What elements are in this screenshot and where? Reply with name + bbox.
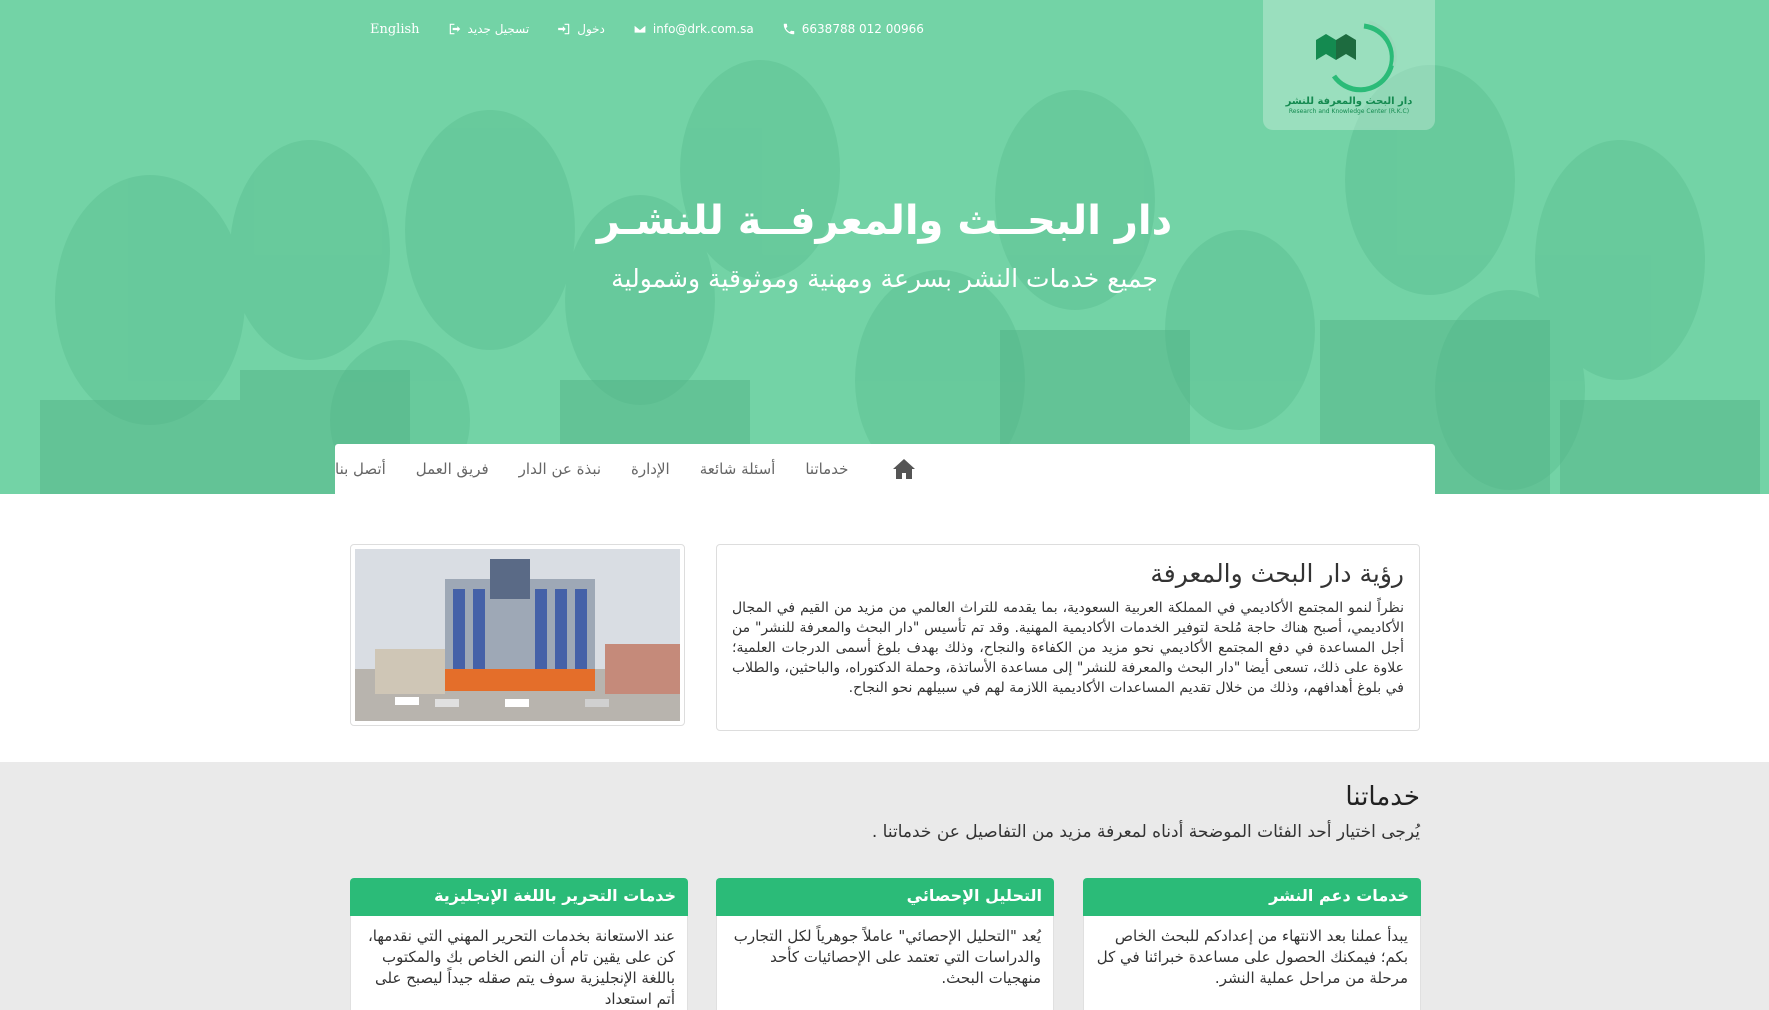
logo-subtitle: Research and Knowledge Center (R.K.C): [1288, 107, 1410, 115]
vision-card: رؤية دار البحث والمعرفة نظراً لنمو المجت…: [716, 544, 1420, 731]
login-label: دخول: [577, 22, 605, 36]
top-utility-bar: 6638788 012 00966 info@drk.com.sa دخول ت…: [370, 18, 924, 40]
phone-link[interactable]: 6638788 012 00966: [782, 22, 924, 36]
nav-item-about[interactable]: نبذة عن الدار: [519, 460, 601, 478]
logo-name: دار البحث والمعرفة للنشر: [1285, 95, 1413, 107]
nav-home-button[interactable]: [890, 458, 916, 480]
building-photo: [350, 544, 685, 726]
nav-item-team[interactable]: فريق العمل: [416, 460, 489, 478]
service-card-publishing[interactable]: خدمات دعم النشر يبدأ عملنا بعد الانتهاء …: [1083, 878, 1421, 1010]
nav-item-faq[interactable]: أسئلة شائعة: [700, 460, 776, 478]
envelope-icon: [633, 24, 647, 34]
nav-item-contact[interactable]: أتصل بنا: [335, 460, 386, 478]
nav-item-services[interactable]: خدماتنا: [805, 460, 848, 478]
phone-number: 6638788 012 00966: [801, 22, 924, 36]
service-card-text: يُعد "التحليل الإحصائي" عاملاً جوهرياً ل…: [716, 916, 1054, 1010]
language-switch[interactable]: English: [370, 22, 420, 37]
logo-emblem-icon: [1316, 20, 1397, 92]
service-card-title[interactable]: خدمات التحرير باللغة الإنجليزية: [350, 878, 688, 916]
sign-out-icon: [449, 23, 460, 35]
phone-icon: [783, 23, 795, 35]
service-card-text: عند الاستعانة بخدمات التحرير المهني التي…: [350, 916, 688, 1010]
services-description: يُرجى اختيار أحد الفئات الموضحة أدناه لم…: [871, 822, 1420, 842]
nav-links: خدماتنا أسئلة شائعة الإدارة نبذة عن الدا…: [335, 460, 848, 478]
hero-subtitle: جميع خدمات النشر بسرعة ومهنية وموثوقية و…: [611, 264, 1158, 293]
email-address: info@drk.com.sa: [652, 22, 754, 36]
sign-in-icon: [558, 23, 570, 35]
building-image: [355, 549, 680, 721]
register-link[interactable]: تسجيل جديد: [448, 22, 530, 36]
vision-text: نظراً لنمو المجتمع الأكاديمي في المملكة …: [732, 600, 1404, 696]
service-card-text: يبدأ عملنا بعد الانتهاء من إعدادكم للبحث…: [1083, 916, 1421, 1010]
email-link[interactable]: info@drk.com.sa: [633, 22, 754, 36]
hero-banner: [0, 0, 1769, 494]
login-link[interactable]: دخول: [557, 22, 605, 36]
service-card-title[interactable]: التحليل الإحصائي: [716, 878, 1054, 916]
service-card-title[interactable]: خدمات دعم النشر: [1083, 878, 1421, 916]
language-label: English: [370, 21, 420, 37]
services-section: خدماتنا يُرجى اختيار أحد الفئات الموضحة …: [0, 762, 1769, 1010]
main-navbar: خدماتنا أسئلة شائعة الإدارة نبذة عن الدا…: [335, 444, 1435, 494]
nav-item-management[interactable]: الإدارة: [631, 460, 670, 478]
site-logo[interactable]: دار البحث والمعرفة للنشر Research and Kn…: [1263, 0, 1435, 130]
home-icon: [893, 459, 916, 479]
service-card-statistics[interactable]: التحليل الإحصائي يُعد "التحليل الإحصائي"…: [716, 878, 1054, 1010]
services-title: خدماتنا: [1345, 782, 1420, 812]
vision-title: رؤية دار البحث والمعرفة: [1150, 559, 1404, 588]
service-card-editing[interactable]: خدمات التحرير باللغة الإنجليزية عند الاس…: [350, 878, 688, 1010]
hero-title: دار البحــث والمعرفــة للنشـر: [596, 198, 1173, 244]
register-label: تسجيل جديد: [467, 22, 530, 36]
